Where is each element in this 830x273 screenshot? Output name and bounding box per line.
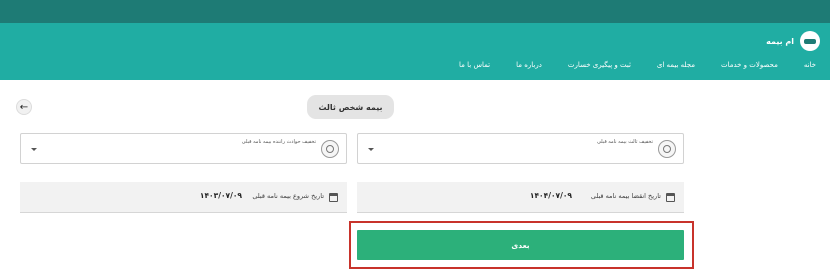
discount-third-party-label: تخفیف ثالث بیمه نامه قبلی <box>596 139 653 145</box>
brand[interactable]: ام بیمه <box>766 30 820 52</box>
start-date-field[interactable]: تاریخ شروع بیمه نامه قبلی ۱۴۰۳/۰۷/۰۹ <box>20 182 347 213</box>
chevron-down-icon <box>31 148 37 151</box>
back-button[interactable]: ← <box>16 99 32 115</box>
discount-accident-select[interactable]: تخفیف حوادث راننده بیمه نامه قبلی <box>20 133 347 164</box>
menu-item-magazine[interactable]: مجله بیمه ای <box>657 61 695 69</box>
expiry-date-field[interactable]: تاریخ انقضا بیمه نامه قبلی ۱۴۰۴/۰۷/۰۹ <box>357 182 684 213</box>
navigation-bar: ام بیمه خانه محصولات و خدمات مجله بیمه ا… <box>0 23 830 80</box>
brand-logo-icon <box>800 31 820 51</box>
calendar-icon <box>666 193 675 202</box>
discount-badge-icon <box>321 140 339 158</box>
discount-badge-icon <box>658 140 676 158</box>
next-button[interactable]: بعدی <box>357 230 684 260</box>
calendar-icon <box>329 193 338 202</box>
main-menu: خانه محصولات و خدمات مجله بیمه ای ثبت و … <box>459 61 816 69</box>
arrow-left-icon: ← <box>19 101 29 113</box>
menu-item-claims[interactable]: ثبت و پیگیری خسارت <box>568 61 631 69</box>
menu-item-home[interactable]: خانه <box>804 61 816 69</box>
expiry-date-value: ۱۴۰۴/۰۷/۰۹ <box>529 191 572 200</box>
chevron-down-icon <box>368 148 374 151</box>
top-strip <box>0 0 830 23</box>
discount-accident-label: تخفیف حوادث راننده بیمه نامه قبلی <box>241 139 316 145</box>
expiry-date-label: تاریخ انقضا بیمه نامه قبلی <box>590 192 661 200</box>
menu-item-contact[interactable]: تماس با ما <box>459 61 490 69</box>
menu-item-about[interactable]: درباره ما <box>516 61 542 69</box>
discount-third-party-select[interactable]: تخفیف ثالث بیمه نامه قبلی <box>357 133 684 164</box>
page-title: بیمه شخص ثالث <box>307 95 394 119</box>
start-date-label: تاریخ شروع بیمه نامه قبلی <box>252 192 324 200</box>
start-date-value: ۱۴۰۳/۰۷/۰۹ <box>199 191 242 200</box>
brand-name: ام بیمه <box>766 36 794 46</box>
menu-item-products[interactable]: محصولات و خدمات <box>721 61 778 69</box>
